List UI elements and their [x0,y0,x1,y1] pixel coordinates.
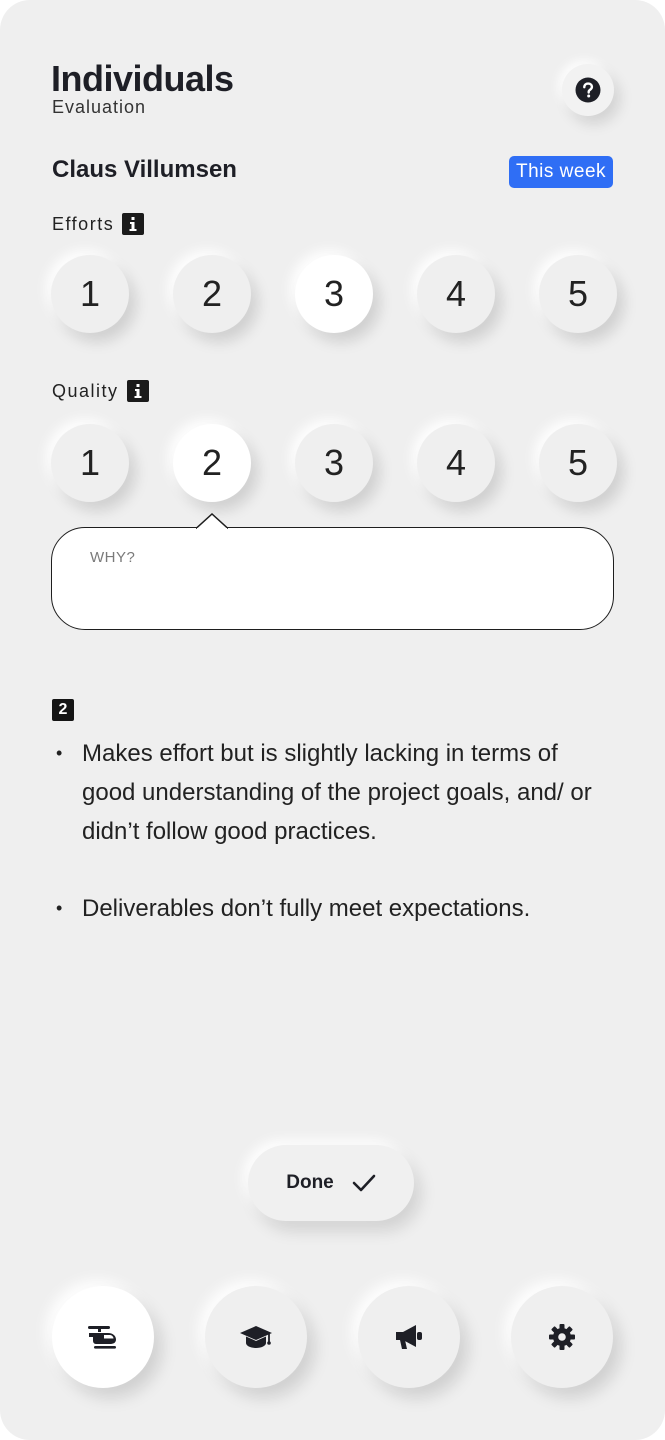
page-subtitle: Evaluation [52,97,147,117]
description-bullet: Deliverables don’t fully meet expectatio… [56,889,616,928]
quality-rating-4[interactable]: 4 [417,424,495,502]
level-description-list: Makes effort but is slightly lacking in … [56,734,616,966]
level-badge: 2 [52,699,74,721]
efforts-rating-4[interactable]: 4 [417,255,495,333]
nav-announcements-button[interactable] [358,1286,460,1388]
person-name: Claus Villumsen [52,156,237,183]
quality-rating-row: 1 2 3 4 5 [0,424,665,504]
megaphone-icon [396,1325,422,1349]
nav-helicopter-button[interactable] [52,1286,154,1388]
done-label: Done [286,1172,334,1193]
info-icon[interactable] [122,213,145,235]
why-input[interactable] [90,542,570,572]
efforts-section-label: Efforts [52,213,145,235]
quality-rating-3[interactable]: 3 [295,424,373,502]
helicopter-icon [88,1326,116,1349]
efforts-rating-1[interactable]: 1 [51,255,129,333]
why-comment-box [51,527,614,630]
info-icon[interactable] [126,380,149,402]
help-button[interactable] [562,64,614,116]
efforts-rating-2[interactable]: 2 [173,255,251,333]
page-title: Individuals [51,58,234,99]
quality-rating-5[interactable]: 5 [539,424,617,502]
efforts-rating-3[interactable]: 3 [295,255,373,333]
efforts-label: Efforts [52,213,115,234]
check-icon [352,1174,376,1192]
gear-icon [549,1324,575,1350]
done-button[interactable]: Done [248,1145,414,1221]
graduation-cap-icon [240,1326,272,1348]
period-badge[interactable]: This week [509,156,613,188]
efforts-rating-row: 1 2 3 4 5 [0,255,665,335]
question-circle-icon [575,77,601,103]
quality-rating-2[interactable]: 2 [173,424,251,502]
quality-section-label: Quality [52,380,149,402]
quality-label: Quality [52,380,119,401]
quality-rating-1[interactable]: 1 [51,424,129,502]
bubble-pointer [196,513,228,529]
nav-education-button[interactable] [205,1286,307,1388]
description-bullet: Makes effort but is slightly lacking in … [56,734,616,851]
nav-settings-button[interactable] [511,1286,613,1388]
app-screen: Individuals Evaluation Claus Villumsen T… [0,0,665,1440]
efforts-rating-5[interactable]: 5 [539,255,617,333]
